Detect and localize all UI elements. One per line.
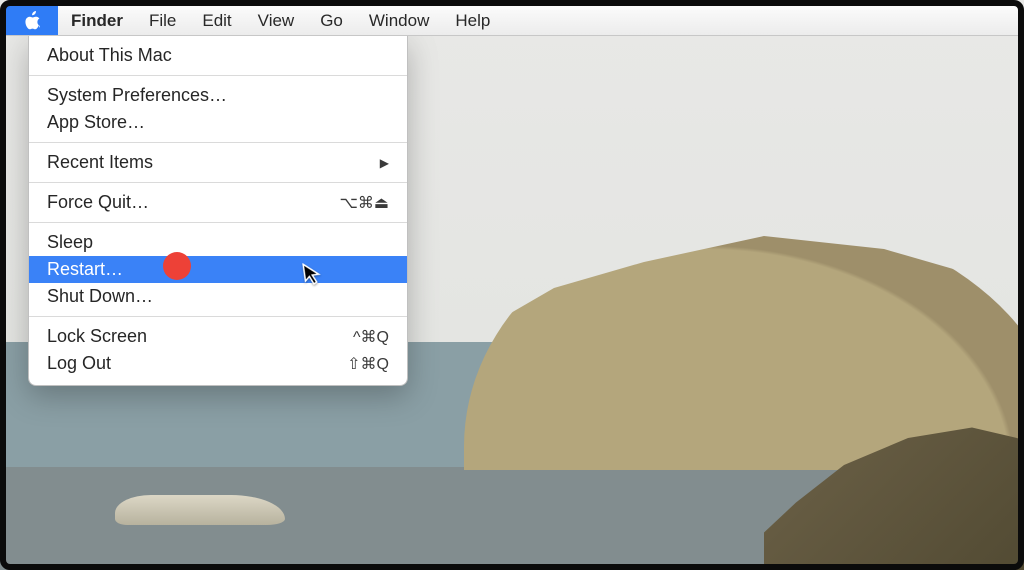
menubar-go[interactable]: Go xyxy=(307,6,356,35)
menu-shortcut: ^⌘Q xyxy=(353,327,389,347)
menu-separator xyxy=(29,222,407,223)
menu-item-label: App Store… xyxy=(47,112,145,133)
wallpaper-rock xyxy=(115,495,285,525)
menu-item-label: Force Quit… xyxy=(47,192,149,213)
menu-about-this-mac[interactable]: About This Mac xyxy=(29,42,407,69)
menubar-view[interactable]: View xyxy=(245,6,308,35)
apple-menu-button[interactable] xyxy=(6,6,58,35)
menu-item-label: Lock Screen xyxy=(47,326,147,347)
menu-recent-items[interactable]: Recent Items ▶ xyxy=(29,149,407,176)
menu-separator xyxy=(29,75,407,76)
menu-separator xyxy=(29,142,407,143)
menu-item-label: Restart… xyxy=(47,259,123,280)
menubar-app-name[interactable]: Finder xyxy=(58,6,136,35)
menu-shortcut: ⇧⌘Q xyxy=(347,354,389,374)
menu-shut-down[interactable]: Shut Down… xyxy=(29,283,407,310)
menu-shortcut: ⌥⌘⏏ xyxy=(339,193,389,213)
menu-item-label: Shut Down… xyxy=(47,286,153,307)
annotation-dot-icon xyxy=(163,252,191,280)
menu-lock-screen[interactable]: Lock Screen ^⌘Q xyxy=(29,323,407,350)
menu-force-quit[interactable]: Force Quit… ⌥⌘⏏ xyxy=(29,189,407,216)
apple-logo-icon xyxy=(24,11,41,31)
menu-item-label: Sleep xyxy=(47,232,93,253)
menu-restart[interactable]: Restart… xyxy=(29,256,407,283)
apple-menu-dropdown: About This Mac System Preferences… App S… xyxy=(28,36,408,386)
menu-item-label: About This Mac xyxy=(47,45,172,66)
menubar[interactable]: Finder File Edit View Go Window Help xyxy=(6,6,1018,36)
menu-separator xyxy=(29,182,407,183)
menu-item-label: System Preferences… xyxy=(47,85,227,106)
submenu-arrow-icon: ▶ xyxy=(380,156,389,170)
menu-sleep[interactable]: Sleep xyxy=(29,229,407,256)
menu-log-out[interactable]: Log Out ⇧⌘Q xyxy=(29,350,407,377)
menu-app-store[interactable]: App Store… xyxy=(29,109,407,136)
menu-item-label: Recent Items xyxy=(47,152,153,173)
menu-separator xyxy=(29,316,407,317)
menu-item-label: Log Out xyxy=(47,353,111,374)
menubar-edit[interactable]: Edit xyxy=(189,6,244,35)
menu-system-preferences[interactable]: System Preferences… xyxy=(29,82,407,109)
menubar-file[interactable]: File xyxy=(136,6,189,35)
menubar-window[interactable]: Window xyxy=(356,6,442,35)
menubar-help[interactable]: Help xyxy=(442,6,503,35)
